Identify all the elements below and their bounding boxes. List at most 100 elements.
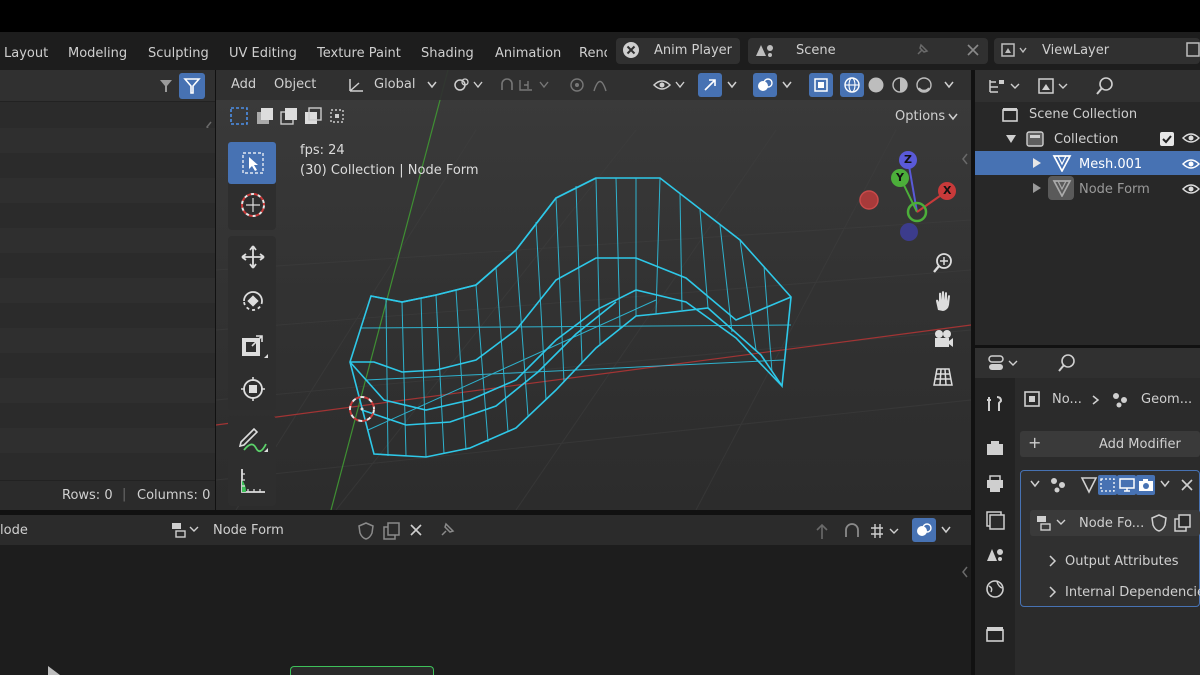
tab-animation[interactable]: Animation: [495, 46, 561, 61]
transform-tool-icon[interactable]: [240, 376, 266, 402]
3d-viewport[interactable]: Add Object Global Options fps: 24 (30) C…: [216, 70, 971, 510]
panel-output-attributes[interactable]: Output Attributes: [1065, 554, 1178, 569]
chevron-down-icon[interactable]: [426, 80, 438, 90]
tab-texture-paint[interactable]: Texture Paint: [317, 46, 401, 61]
parent-node-tree-icon[interactable]: [812, 521, 832, 541]
fake-user-shield-icon[interactable]: [1150, 513, 1168, 533]
node-editor-menu[interactable]: lode: [0, 523, 28, 538]
output-printer-icon[interactable]: [985, 474, 1005, 494]
pane-divider[interactable]: [975, 345, 1200, 348]
chevron-down-icon[interactable]: [1159, 479, 1171, 489]
orthographic-grid-icon[interactable]: [932, 366, 954, 388]
close-icon[interactable]: [966, 43, 980, 57]
filter-image-icon[interactable]: [1037, 77, 1073, 95]
pane-divider[interactable]: [215, 70, 216, 510]
measure-tool-icon[interactable]: [238, 466, 268, 496]
expand-arrow-icon[interactable]: [1032, 157, 1042, 169]
tool-wrench-icon[interactable]: [985, 394, 1005, 414]
object-context-text: (30) Collection | Node Form: [300, 163, 479, 178]
collapse-chevron-icon[interactable]: [960, 565, 970, 579]
scene-selector[interactable]: [748, 38, 988, 64]
editor-type-icon[interactable]: [987, 353, 1023, 373]
display-mode-icon[interactable]: [987, 77, 1023, 95]
duplicate-icon[interactable]: [1173, 513, 1193, 533]
solid-sphere-icon[interactable]: [867, 76, 885, 94]
rotate-tool-icon[interactable]: [240, 288, 266, 314]
chevron-down-icon[interactable]: [1029, 479, 1041, 489]
close-icon[interactable]: [1180, 478, 1194, 492]
material-sphere-icon[interactable]: [891, 76, 909, 94]
collection-label[interactable]: Collection: [1054, 132, 1118, 147]
proportional-edit-icon[interactable]: [568, 76, 616, 94]
pivot-point-icon[interactable]: [452, 76, 484, 94]
pan-hand-icon[interactable]: [932, 290, 954, 312]
render-camera-icon[interactable]: [985, 438, 1005, 458]
snap-icon[interactable]: [498, 76, 556, 94]
close-circle-icon[interactable]: [622, 41, 640, 59]
node-editor[interactable]: lode Node Form: [0, 515, 971, 675]
view-layer-icon[interactable]: [985, 510, 1005, 530]
tab-uv-editing[interactable]: UV Editing: [229, 46, 297, 61]
move-tool-icon[interactable]: [240, 244, 266, 270]
spreadsheet-row: [0, 278, 215, 303]
spreadsheet-row: [0, 428, 215, 453]
search-icon[interactable]: [1057, 353, 1077, 373]
window-title-strip: [0, 0, 1200, 32]
rendered-sphere-icon[interactable]: [915, 76, 933, 94]
panel-internal-dependencies[interactable]: Internal Dependencies: [1065, 585, 1200, 600]
scene-collection-label[interactable]: Scene Collection: [1029, 107, 1137, 122]
chevron-down-icon[interactable]: [947, 112, 959, 122]
tab-rendering[interactable]: Rend: [579, 46, 607, 61]
world-icon[interactable]: [985, 579, 1005, 599]
chevron-down-icon[interactable]: [943, 80, 955, 90]
filter-icon[interactable]: [158, 78, 174, 94]
node-frame[interactable]: [290, 666, 434, 675]
menu-add[interactable]: Add: [231, 77, 256, 92]
snap-magnet-icon[interactable]: [842, 521, 862, 541]
pin-icon[interactable]: [914, 42, 930, 58]
eye-icon[interactable]: [1182, 157, 1200, 171]
pin-icon[interactable]: [438, 521, 456, 539]
expand-arrow-icon[interactable]: [1032, 182, 1042, 194]
collection-props-icon[interactable]: [985, 624, 1005, 644]
edit-mode-vertex-icon[interactable]: [1079, 475, 1099, 495]
eye-icon[interactable]: [1182, 182, 1200, 196]
camera-view-icon[interactable]: [932, 328, 954, 350]
spreadsheet-editor: Rows: 0 | Columns: 0: [0, 70, 215, 510]
snap-grid-icon[interactable]: [868, 521, 902, 541]
select-mode-icons[interactable]: [229, 106, 347, 126]
collapse-chevron-icon[interactable]: [960, 152, 970, 166]
fake-user-shield-icon[interactable]: [357, 521, 375, 541]
zoom-icon[interactable]: [932, 252, 954, 274]
tab-layout[interactable]: Layout: [4, 46, 48, 61]
chevron-down-icon[interactable]: [940, 525, 952, 535]
footer-divider: |: [122, 487, 127, 502]
gizmo-x-label: X: [943, 184, 952, 197]
panel-expand-chevron-icon[interactable]: [1048, 585, 1058, 599]
node-tree-icon: [1037, 516, 1066, 531]
chevron-down-icon[interactable]: [726, 80, 738, 90]
viewlayer-options-icon[interactable]: [1186, 42, 1200, 58]
scale-tool-icon[interactable]: [240, 332, 268, 360]
search-icon[interactable]: [1095, 76, 1115, 96]
scene-props-icon[interactable]: [985, 544, 1005, 564]
pane-divider[interactable]: [0, 510, 971, 515]
tab-modeling[interactable]: Modeling: [68, 46, 127, 61]
tab-shading[interactable]: Shading: [421, 46, 474, 61]
annotate-tool-icon[interactable]: [238, 424, 268, 454]
orientation-dropdown[interactable]: Global: [374, 77, 415, 92]
menu-object[interactable]: Object: [274, 77, 316, 92]
options-dropdown[interactable]: Options: [895, 109, 945, 124]
close-icon[interactable]: [409, 523, 423, 537]
expand-arrow-icon[interactable]: [1005, 134, 1017, 144]
outliner-item-label[interactable]: Node Form: [1079, 182, 1150, 197]
eye-icon[interactable]: [1182, 131, 1200, 145]
visibility-icon[interactable]: [652, 76, 688, 94]
pane-divider[interactable]: [971, 70, 975, 675]
duplicate-icon[interactable]: [382, 521, 402, 541]
chevron-down-icon[interactable]: [781, 80, 793, 90]
cursor-tool-icon[interactable]: [240, 192, 266, 218]
tab-sculpting[interactable]: Sculpting: [148, 46, 209, 61]
panel-expand-chevron-icon[interactable]: [1048, 554, 1058, 568]
node-tree-icon[interactable]: [170, 521, 204, 539]
